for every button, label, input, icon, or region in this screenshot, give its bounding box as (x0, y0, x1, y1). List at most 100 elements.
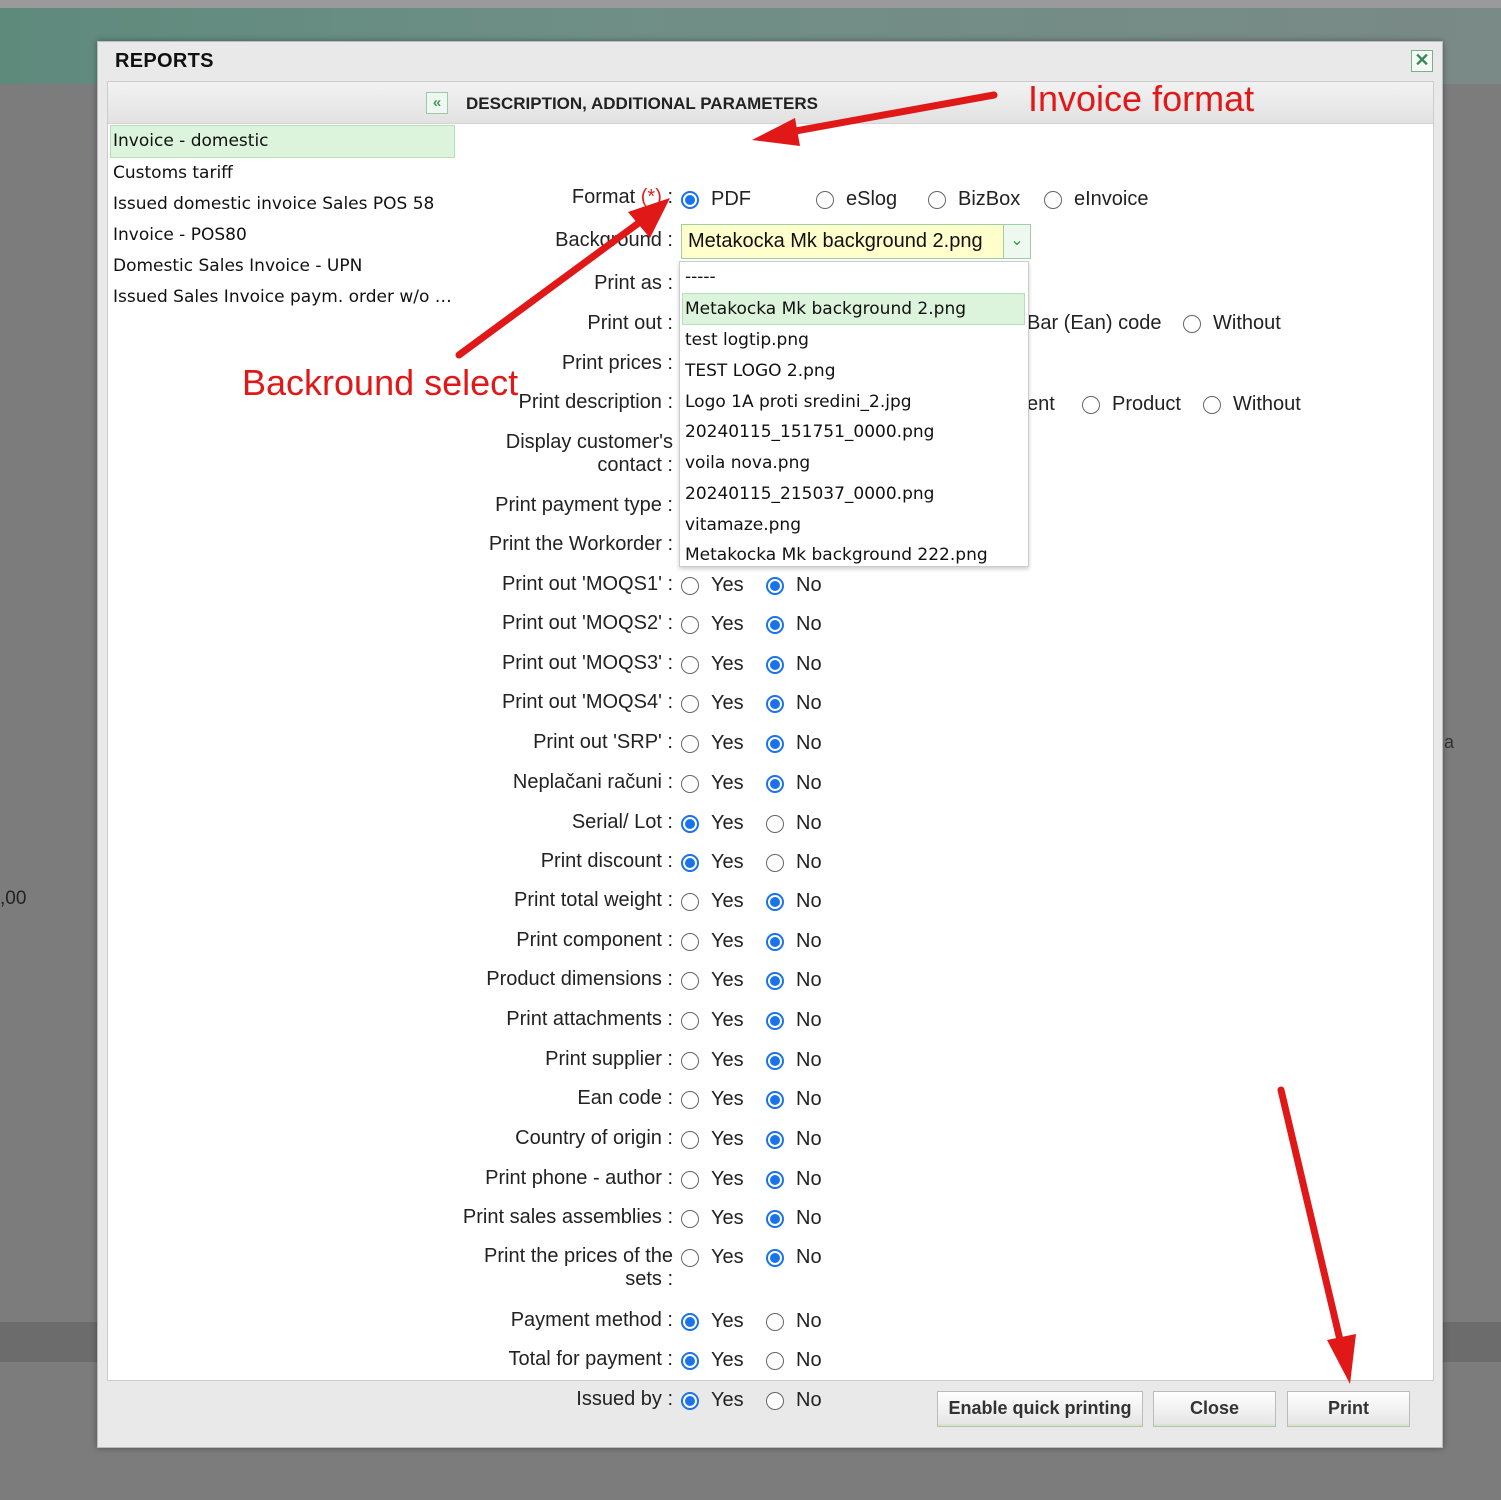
radio-icon[interactable] (766, 1248, 784, 1267)
radio-icon[interactable] (766, 615, 784, 634)
radio-icon[interactable] (766, 1391, 784, 1410)
radio-icon[interactable] (766, 814, 784, 833)
yes-option[interactable]: Yes (681, 574, 744, 597)
print-out-without-option[interactable]: Without (1183, 312, 1281, 335)
radio-icon[interactable] (766, 1130, 784, 1149)
radio-icon[interactable] (681, 576, 699, 595)
radio-icon[interactable] (681, 1011, 699, 1030)
no-option[interactable]: No (766, 1168, 822, 1191)
yes-option[interactable]: Yes (681, 1168, 744, 1191)
yes-option[interactable]: Yes (681, 930, 744, 953)
yes-option[interactable]: Yes (681, 1207, 744, 1230)
no-option[interactable]: No (766, 1009, 822, 1032)
no-option[interactable]: No (766, 1049, 822, 1072)
dropdown-option[interactable]: Logo 1A proti sredini_2.jpg (680, 387, 1028, 418)
radio-icon[interactable] (681, 1170, 699, 1189)
report-item[interactable]: Invoice - POS80 (108, 220, 457, 251)
radio-icon[interactable] (1082, 395, 1100, 414)
yes-option[interactable]: Yes (681, 772, 744, 795)
no-option[interactable]: No (766, 772, 822, 795)
radio-icon[interactable] (766, 1051, 784, 1070)
no-option[interactable]: No (766, 574, 822, 597)
yes-option[interactable]: Yes (681, 890, 744, 913)
radio-icon[interactable] (766, 1170, 784, 1189)
radio-icon[interactable] (816, 190, 834, 209)
radio-icon[interactable] (766, 1090, 784, 1109)
report-item[interactable]: Invoice - domestic (110, 125, 455, 158)
radio-icon[interactable] (681, 1209, 699, 1228)
radio-icon[interactable] (681, 615, 699, 634)
print-button[interactable]: Print (1287, 1391, 1410, 1427)
no-option[interactable]: No (766, 812, 822, 835)
report-item[interactable]: Issued Sales Invoice paym. order w/o b..… (108, 282, 457, 313)
no-option[interactable]: No (766, 1310, 822, 1333)
yes-option[interactable]: Yes (681, 812, 744, 835)
description-option-partial[interactable]: ent (1027, 393, 1055, 416)
no-option[interactable]: No (766, 1349, 822, 1372)
format-pdf-option[interactable]: PDF (681, 188, 751, 211)
radio-icon[interactable] (681, 853, 699, 872)
dropdown-option[interactable]: TEST LOGO 2.png (680, 356, 1028, 387)
radio-icon[interactable] (681, 1351, 699, 1370)
radio-icon[interactable] (766, 576, 784, 595)
yes-option[interactable]: Yes (681, 1049, 744, 1072)
radio-icon[interactable] (681, 892, 699, 911)
radio-icon[interactable] (766, 892, 784, 911)
description-without-option[interactable]: Without (1203, 393, 1301, 416)
radio-icon[interactable] (766, 1351, 784, 1370)
radio-icon[interactable] (681, 1248, 699, 1267)
radio-icon[interactable] (766, 1312, 784, 1331)
radio-icon[interactable] (766, 1209, 784, 1228)
radio-icon[interactable] (681, 814, 699, 833)
format-eslog-option[interactable]: eSlog (816, 188, 897, 211)
no-option[interactable]: No (766, 851, 822, 874)
radio-icon[interactable] (681, 734, 699, 753)
yes-option[interactable]: Yes (681, 1009, 744, 1032)
radio-icon[interactable] (766, 1011, 784, 1030)
yes-option[interactable]: Yes (681, 692, 744, 715)
radio-icon[interactable] (766, 932, 784, 951)
yes-option[interactable]: Yes (681, 1246, 744, 1269)
enable-quick-printing-button[interactable]: Enable quick printing (937, 1391, 1143, 1427)
radio-icon[interactable] (681, 655, 699, 674)
report-item[interactable]: Customs tariff (108, 158, 457, 189)
dropdown-option[interactable]: 20240115_151751_0000.png (680, 417, 1028, 448)
format-bizbox-option[interactable]: BizBox (928, 188, 1020, 211)
dropdown-option[interactable]: Metakocka Mk background 222.png (680, 540, 1028, 571)
radio-icon[interactable] (766, 655, 784, 674)
dropdown-option[interactable]: vitamaze.png (680, 510, 1028, 541)
no-option[interactable]: No (766, 930, 822, 953)
radio-icon[interactable] (928, 190, 946, 209)
report-item[interactable]: Issued domestic invoice Sales POS 58 (108, 189, 457, 220)
dropdown-option[interactable]: test logtip.png (680, 325, 1028, 356)
no-option[interactable]: No (766, 1246, 822, 1269)
no-option[interactable]: No (766, 1389, 822, 1412)
yes-option[interactable]: Yes (681, 1310, 744, 1333)
radio-icon[interactable] (681, 774, 699, 793)
yes-option[interactable]: Yes (681, 653, 744, 676)
dropdown-option[interactable]: 20240115_215037_0000.png (680, 479, 1028, 510)
radio-icon[interactable] (766, 971, 784, 990)
no-option[interactable]: No (766, 1128, 822, 1151)
chevron-down-icon[interactable]: ⌄ (1003, 225, 1030, 258)
dropdown-option[interactable]: ----- (680, 262, 1028, 293)
radio-icon[interactable] (1044, 190, 1062, 209)
yes-option[interactable]: Yes (681, 1128, 744, 1151)
no-option[interactable]: No (766, 890, 822, 913)
radio-icon[interactable] (681, 694, 699, 713)
radio-icon[interactable] (681, 971, 699, 990)
no-option[interactable]: No (766, 613, 822, 636)
report-item[interactable]: Domestic Sales Invoice - UPN (108, 251, 457, 282)
radio-icon[interactable] (766, 853, 784, 872)
no-option[interactable]: No (766, 653, 822, 676)
radio-icon[interactable] (1203, 395, 1221, 414)
no-option[interactable]: No (766, 692, 822, 715)
yes-option[interactable]: Yes (681, 1088, 744, 1111)
radio-icon[interactable] (766, 774, 784, 793)
radio-icon[interactable] (1183, 314, 1201, 333)
description-product-option[interactable]: Product (1082, 393, 1181, 416)
no-option[interactable]: No (766, 1088, 822, 1111)
yes-option[interactable]: Yes (681, 732, 744, 755)
close-button[interactable]: Close (1153, 1391, 1276, 1427)
dropdown-option[interactable]: Metakocka Mk background 2.png (682, 292, 1025, 326)
